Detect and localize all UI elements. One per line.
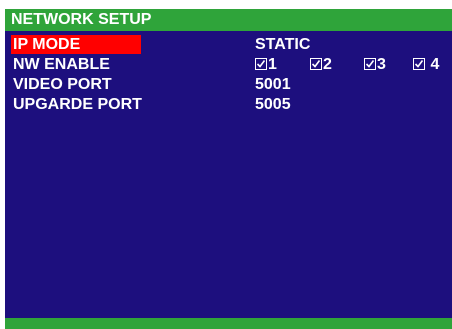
nw-enable-row[interactable]: NW ENABLE 1 2 3 4 [5, 55, 452, 74]
checkbox-checked-icon [413, 58, 425, 70]
ip-mode-label: IP MODE [11, 35, 141, 54]
checkbox-label: 2 [323, 56, 332, 73]
nw-enable-checkbox-3[interactable]: 3 [364, 55, 386, 74]
page-title: NETWORK SETUP [5, 9, 452, 31]
network-setup-panel: NETWORK SETUP IP MODE STATIC NW ENABLE 1… [5, 9, 452, 329]
video-port-label: VIDEO PORT [13, 76, 112, 93]
upgrade-port-value[interactable]: 5005 [255, 95, 291, 114]
nw-enable-checkbox-4[interactable]: 4 [413, 55, 439, 74]
bottom-status-bar [5, 318, 452, 329]
screen-frame: NETWORK SETUP IP MODE STATIC NW ENABLE 1… [0, 0, 452, 329]
upgrade-port-row[interactable]: UPGARDE PORT 5005 [5, 95, 452, 114]
checkbox-label: 4 [430, 56, 440, 73]
nw-enable-checkbox-2[interactable]: 2 [310, 55, 332, 74]
ip-mode-value[interactable]: STATIC [255, 35, 310, 54]
checkbox-checked-icon [310, 58, 322, 70]
upgrade-port-label: UPGARDE PORT [13, 96, 142, 113]
nw-enable-checkbox-1[interactable]: 1 [255, 55, 277, 74]
checkbox-label: 1 [268, 56, 277, 73]
nw-enable-label: NW ENABLE [13, 56, 110, 73]
video-port-row[interactable]: VIDEO PORT 5001 [5, 75, 452, 94]
checkbox-label: 3 [377, 56, 386, 73]
ip-mode-row[interactable]: IP MODE STATIC [5, 35, 452, 54]
checkbox-checked-icon [364, 58, 376, 70]
video-port-value[interactable]: 5001 [255, 75, 291, 94]
checkbox-checked-icon [255, 58, 267, 70]
